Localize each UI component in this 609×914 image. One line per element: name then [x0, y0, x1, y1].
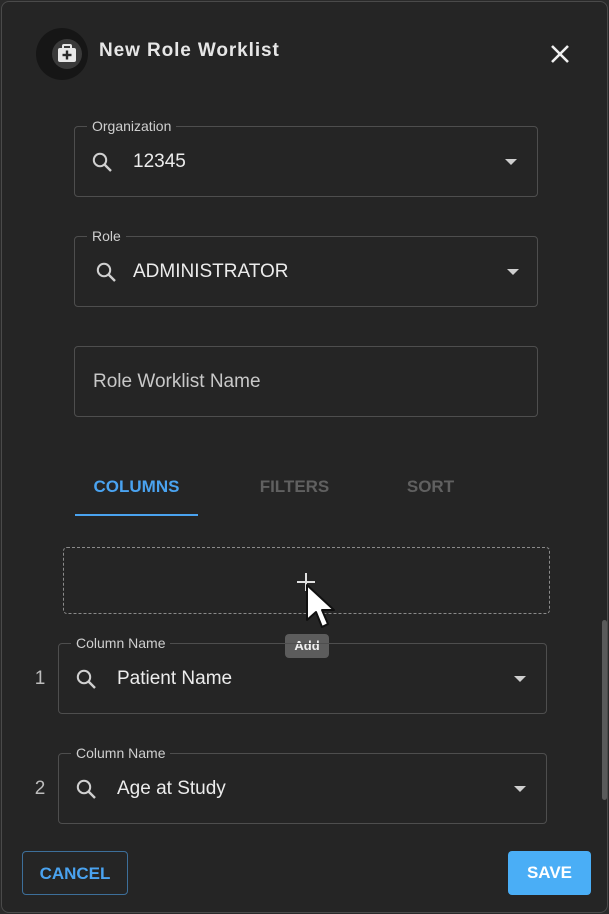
chevron-down-icon[interactable]: [505, 159, 517, 167]
worklist-tabs: COLUMNS FILTERS SORT: [75, 472, 495, 518]
column-name-label: Column Name: [71, 634, 171, 652]
search-icon: [76, 779, 96, 799]
chevron-down-icon[interactable]: [514, 676, 526, 684]
column-index: 2: [34, 778, 46, 799]
role-value: ADMINISTRATOR: [133, 261, 289, 282]
scrollbar[interactable]: [602, 620, 607, 800]
organization-value: 12345: [133, 151, 186, 172]
organization-select[interactable]: Organization 12345: [74, 117, 538, 197]
close-icon[interactable]: [546, 40, 574, 68]
column-name-label: Column Name: [71, 744, 171, 762]
tab-sort[interactable]: SORT: [369, 472, 492, 516]
organization-label: Organization: [87, 117, 177, 135]
role-worklist-name-placeholder: Role Worklist Name: [93, 371, 261, 392]
mouse-pointer-icon: [306, 584, 335, 628]
chevron-down-icon[interactable]: [514, 786, 526, 794]
search-icon: [92, 152, 112, 172]
dialog-title: New Role Worklist: [99, 40, 280, 61]
save-button[interactable]: SAVE: [508, 851, 591, 895]
role-worklist-name-input[interactable]: Role Worklist Name: [74, 346, 538, 417]
role-select[interactable]: Role ADMINISTRATOR: [74, 227, 538, 307]
medical-bag-icon: [52, 39, 82, 69]
active-tab-indicator: [75, 514, 198, 516]
search-icon: [96, 262, 116, 282]
tab-columns[interactable]: COLUMNS: [75, 472, 198, 516]
search-icon: [76, 669, 96, 689]
tab-filters[interactable]: FILTERS: [233, 472, 356, 516]
new-role-worklist-dialog: New Role Worklist Organization 12345 Rol…: [1, 1, 608, 913]
column-value: Age at Study: [117, 778, 226, 799]
column-index: 1: [34, 668, 46, 689]
cancel-button[interactable]: CANCEL: [22, 851, 128, 895]
column-select[interactable]: Column Name Patient Name: [58, 634, 547, 714]
column-select[interactable]: Column Name Age at Study: [58, 744, 547, 824]
column-value: Patient Name: [117, 668, 233, 689]
role-label: Role: [87, 227, 126, 245]
chevron-down-icon[interactable]: [507, 269, 519, 277]
